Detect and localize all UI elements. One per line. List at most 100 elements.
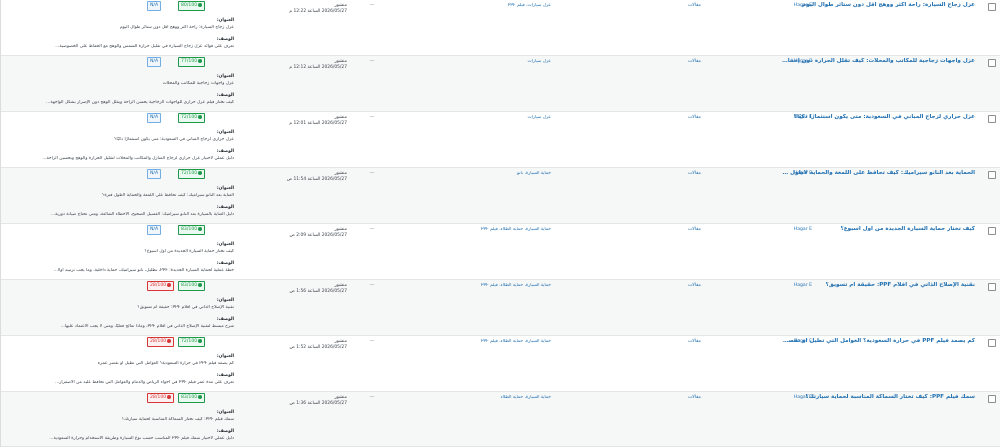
table-row: عزل حراري لزجاج المباني في السعودية: متى… [1, 112, 1000, 168]
readability-score-badge: 83/100 [178, 393, 206, 403]
post-category-link[interactable]: مقالات [671, 227, 701, 232]
seo-score-badges: N/A 72/100 [147, 113, 237, 124]
seo-score-badges: 28/100 83/100 [147, 393, 237, 404]
seo-desc-value: دليل العناية بالسيارة بعد النانو سيراميك… [50, 212, 234, 217]
seo-desc-label: الوصف: [216, 429, 234, 434]
post-comments-count: — [369, 2, 375, 8]
seo-score-badge: 28/100 [147, 281, 175, 291]
seo-desc-label: الوصف: [216, 205, 234, 210]
post-author-link[interactable]: Hagar E [772, 115, 812, 120]
readability-score-badge: 80/100 [178, 1, 206, 11]
post-date: 2026/05/27 الساعة 12:12 م [289, 65, 347, 70]
post-date: 2026/05/27 الساعة 1:36 ص [289, 401, 347, 406]
check-icon [198, 114, 203, 119]
post-author-link[interactable]: Hagar E [772, 227, 812, 232]
seo-score-badge: N/A [147, 1, 162, 11]
row-checkbox[interactable] [988, 283, 996, 291]
seo-score-badge: N/A [147, 225, 162, 235]
table-row: كم يصمد فيلم PPF في حرارة السعودية؟ العو… [1, 336, 1000, 392]
post-category-link[interactable]: مقالات [671, 115, 701, 120]
check-icon [198, 170, 203, 175]
table-row: كيف تختار حماية السيارة الجديدة من أول أ… [1, 224, 1000, 280]
seo-title-label: العنوان: [216, 74, 234, 79]
seo-title-label: العنوان: [216, 298, 234, 303]
seo-desc-value: خطة عملية لحماية السيارة الجديدة: PPF، ت… [53, 268, 234, 273]
post-comments-count: — [369, 394, 375, 400]
post-tags-link[interactable]: عزل سيارات، فيلم PPF [431, 3, 551, 8]
seo-desc-value: تعرف على مدة عمر فيلم PPF في أجواء الريا… [55, 380, 234, 385]
table-row: الحماية بعد النانو سيراميك: كيف تحافظ عل… [1, 168, 1000, 224]
post-date: 2026/05/27 الساعة 1:56 ص [289, 289, 347, 294]
post-category-link[interactable]: مقالات [671, 3, 701, 8]
posts-table: عزل زجاج السيارة: راحة أكثر ووهج أقل دون… [0, 0, 1000, 447]
post-comments-count: — [369, 338, 375, 344]
post-category-link[interactable]: مقالات [671, 395, 701, 400]
check-icon [198, 338, 203, 343]
post-comments-count: — [369, 226, 375, 232]
post-author-link[interactable]: Hagar E [772, 395, 812, 400]
row-checkbox[interactable] [988, 395, 996, 403]
post-tags-link[interactable]: عزل سيارات [431, 59, 551, 64]
seo-title-value: عزل واجهات زجاجية للمكاتب والمحلات [162, 81, 234, 86]
seo-desc-value: دليل عملي لاختيار سمك فيلم PPF المناسب ح… [49, 436, 234, 441]
seo-desc-label: الوصف: [216, 261, 234, 266]
table-row: عزل واجهات زجاجية للمكاتب والمحلات: كيف … [1, 56, 1000, 112]
post-category-link[interactable]: مقالات [671, 283, 701, 288]
table-row: عزل زجاج السيارة: راحة أكثر ووهج أقل دون… [1, 0, 1000, 56]
post-status: منشور [334, 171, 347, 176]
seo-desc-value: تعرف على فوائد عزل زجاج السيارة في تقليل… [55, 44, 234, 49]
post-author-link[interactable]: Hagar E [772, 339, 812, 344]
row-checkbox[interactable] [988, 115, 996, 123]
seo-desc-label: الوصف: [216, 37, 234, 42]
seo-title-value: عزل زجاج السيارة: راحة أكثر ووهج أقل دون… [119, 25, 234, 30]
seo-desc-label: الوصف: [216, 93, 234, 98]
seo-title-label: العنوان: [216, 410, 234, 415]
post-comments-count: — [369, 114, 375, 120]
post-category-link[interactable]: مقالات [671, 339, 701, 344]
post-date: 2026/05/27 الساعة 12:22 م [289, 9, 347, 14]
post-author-link[interactable]: Hagar E [772, 59, 812, 64]
seo-score-badge: N/A [147, 113, 162, 123]
post-author-link[interactable]: Hagar E [772, 3, 812, 8]
seo-title-label: العنوان: [216, 242, 234, 247]
warning-icon [167, 394, 172, 399]
post-status: منشور [334, 283, 347, 288]
seo-title-value: كم يصمد فيلم PPF في حرارة السعودية؟ العو… [97, 361, 234, 366]
post-tags-link[interactable]: حماية السيارة، حماية الطلاء، فيلم PPF [431, 339, 551, 344]
row-checkbox[interactable] [988, 59, 996, 67]
post-comments-count: — [369, 282, 375, 288]
seo-desc-value: كيف تختار فيلم عزل حراري للواجهات الزجاج… [46, 100, 234, 105]
warning-icon [167, 338, 172, 343]
post-tags-link[interactable]: حماية السيارة، حماية الطلاء، فيلم PPF [431, 283, 551, 288]
row-checkbox[interactable] [988, 171, 996, 179]
seo-score-badges: 28/100 83/100 [147, 281, 237, 292]
warning-icon [167, 282, 172, 287]
post-status: منشور [334, 227, 347, 232]
readability-score-badge: 83/100 [178, 225, 206, 235]
seo-title-label: العنوان: [216, 130, 234, 135]
seo-title-label: العنوان: [216, 186, 234, 191]
post-tags-link[interactable]: حماية السيارة، نانو [431, 171, 551, 176]
post-date: 2026/05/27 الساعة 2:09 ص [289, 233, 347, 238]
post-tags-link[interactable]: حماية السيارة، حماية الطلاء [431, 395, 551, 400]
seo-score-badge: N/A [147, 169, 162, 179]
post-tags-link[interactable]: عزل سيارات [431, 115, 551, 120]
post-comments-count: — [369, 58, 375, 64]
post-tags-link[interactable]: حماية السيارة، حماية الطلاء، فيلم PPF [431, 227, 551, 232]
seo-title-value: عزل حراري لزجاج المباني في السعودية: متى… [114, 137, 234, 142]
row-checkbox[interactable] [988, 339, 996, 347]
post-author-link[interactable]: Hagar E [772, 283, 812, 288]
post-author-link[interactable]: Hagar E [772, 171, 812, 176]
seo-desc-label: الوصف: [216, 317, 234, 322]
seo-score-badge: 28/100 [147, 393, 175, 403]
row-checkbox[interactable] [988, 227, 996, 235]
seo-score-badges: N/A 83/100 [147, 225, 237, 236]
post-comments-count: — [369, 170, 375, 176]
post-category-link[interactable]: مقالات [671, 59, 701, 64]
post-category-link[interactable]: مقالات [671, 171, 701, 176]
post-date: 2026/05/27 الساعة 11:54 ص [286, 177, 347, 182]
seo-desc-label: الوصف: [216, 373, 234, 378]
row-checkbox[interactable] [988, 3, 996, 11]
seo-score-badge: N/A [147, 57, 162, 67]
readability-score-badge: 72/100 [178, 169, 206, 179]
